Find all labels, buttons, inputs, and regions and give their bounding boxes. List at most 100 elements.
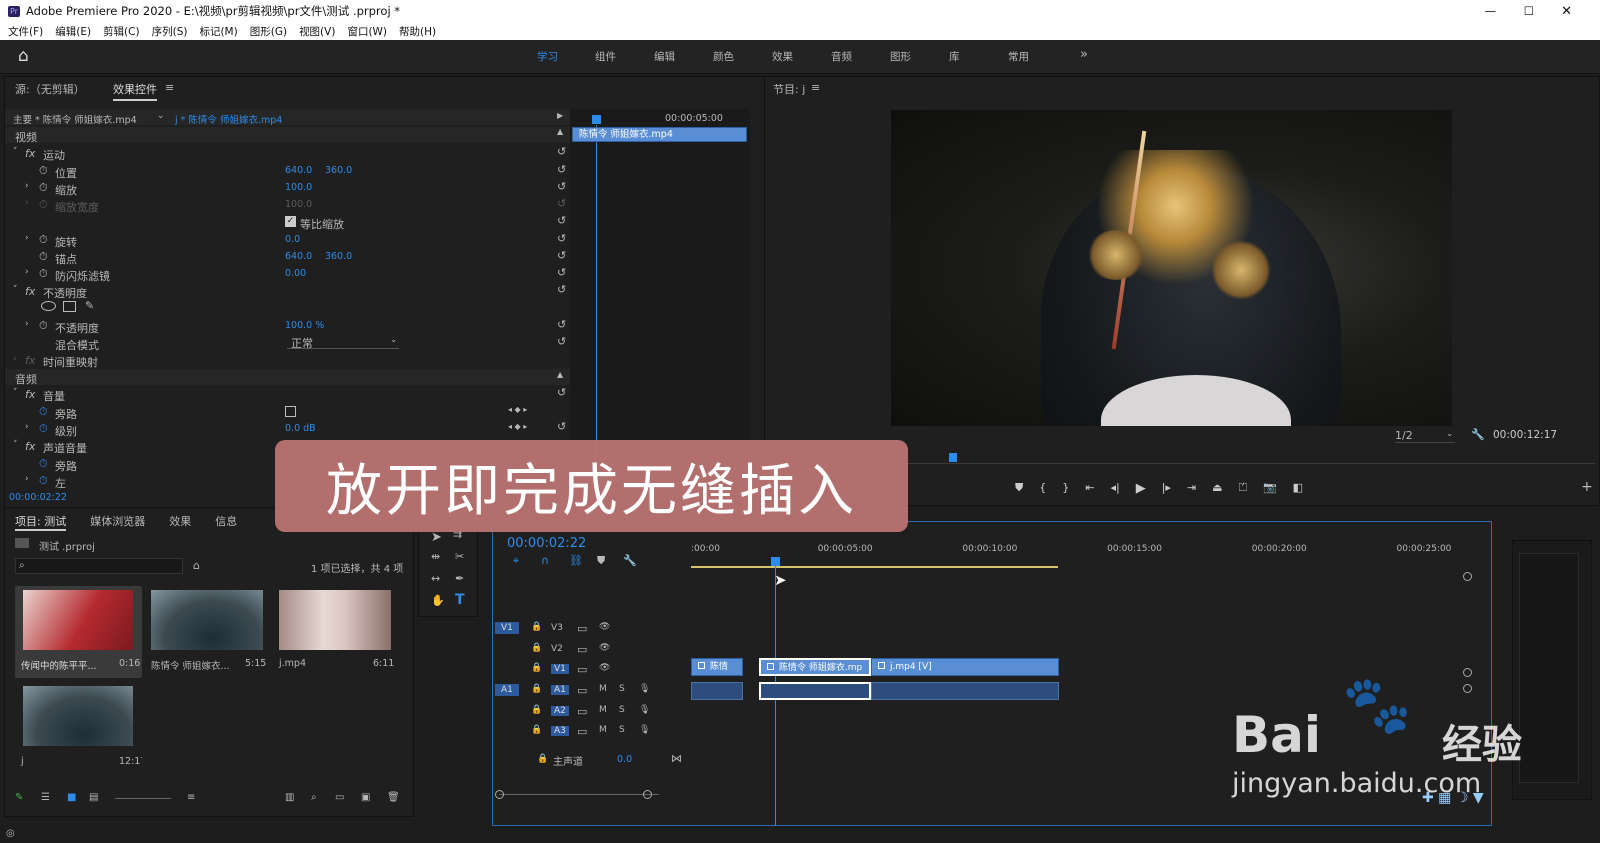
- work-area-bar[interactable]: [691, 566, 1058, 568]
- stopwatch-icon[interactable]: ⏱: [39, 181, 48, 195]
- reset-icon[interactable]: ↺: [557, 214, 566, 227]
- menu-item[interactable]: 序列(S): [152, 24, 188, 39]
- video-clip[interactable]: j.mp4 [V]: [871, 658, 1059, 676]
- home-icon[interactable]: ⌂: [18, 46, 29, 66]
- pen-mask-icon[interactable]: ✎: [85, 299, 94, 312]
- razor-tool-icon[interactable]: ✂: [455, 550, 464, 563]
- menu-item[interactable]: 标记(M): [199, 24, 237, 39]
- sync-lock-icon[interactable]: ▭: [577, 622, 587, 635]
- mute-icon[interactable]: ▭: [577, 725, 587, 738]
- stopwatch-icon[interactable]: ⏱: [39, 474, 48, 488]
- mute-button[interactable]: M: [599, 725, 607, 735]
- program-scrubber[interactable]: [895, 463, 1595, 464]
- project-item[interactable]: 传闻中的陈平平... 0:16: [15, 586, 142, 678]
- mark-out-icon[interactable]: }: [1062, 481, 1069, 496]
- anchor-y-value[interactable]: 360.0: [325, 251, 352, 262]
- reset-icon[interactable]: ↺: [557, 249, 566, 262]
- reset-icon[interactable]: ↺: [557, 180, 566, 193]
- track-header[interactable]: 🔒 V2 ▭ 👁: [493, 641, 689, 659]
- expand-icon[interactable]: ˅: [13, 388, 18, 398]
- magnet-icon[interactable]: ∩: [541, 554, 549, 567]
- go-to-in-icon[interactable]: ⇤: [1085, 481, 1094, 496]
- track-header[interactable]: 🔒 A2 ▭ M S 🎙: [493, 703, 689, 721]
- menu-item[interactable]: 窗口(W): [347, 24, 387, 39]
- workspace-tab[interactable]: 编辑: [654, 49, 713, 64]
- comparison-icon[interactable]: ◧: [1293, 481, 1303, 496]
- menu-item[interactable]: 帮助(H): [399, 24, 436, 39]
- lock-icon[interactable]: 🔒: [531, 622, 542, 632]
- selection-tool-icon[interactable]: ➤: [431, 530, 442, 545]
- panel-menu-icon[interactable]: ≡: [811, 81, 820, 94]
- position-y-value[interactable]: 360.0: [325, 165, 352, 176]
- timeline-ruler[interactable]: :00:00 00:00:05:00 00:00:10:00 00:00:15:00 0…: [691, 542, 1481, 566]
- mute-button[interactable]: M: [599, 684, 607, 694]
- track-header[interactable]: 🔒 V3 ▭ 👁 V1: [493, 620, 689, 638]
- audio-clip-inserted[interactable]: [759, 682, 871, 700]
- menu-item[interactable]: 编辑(E): [55, 24, 91, 39]
- pencil-icon[interactable]: ✎: [15, 792, 23, 803]
- hand-tool-icon[interactable]: ✋: [431, 594, 445, 607]
- reset-icon[interactable]: ↺: [557, 335, 566, 348]
- mic-icon[interactable]: 🎙: [639, 684, 650, 694]
- add-marker-icon[interactable]: ⛊: [597, 554, 605, 568]
- sync-lock-icon[interactable]: ▭: [577, 663, 587, 676]
- effects-timecode[interactable]: 00:00:02:22: [9, 492, 67, 503]
- project-item[interactable]: 陈情令 师姐嫁衣... 5:15: [149, 586, 275, 678]
- menu-item[interactable]: 图形(G): [250, 24, 287, 39]
- icon-view-icon[interactable]: ■: [67, 792, 76, 803]
- lock-icon[interactable]: 🔒: [537, 754, 548, 764]
- close-icon[interactable]: ✕: [1561, 4, 1572, 19]
- stopwatch-icon[interactable]: ⏱: [39, 457, 48, 471]
- mute-button[interactable]: M: [599, 705, 607, 715]
- solo-button[interactable]: S: [619, 705, 625, 715]
- expand-icon[interactable]: ›: [25, 267, 29, 277]
- tab-source[interactable]: 源:（无剪辑）: [15, 81, 85, 97]
- uniform-scale-checkbox[interactable]: ✓: [285, 216, 296, 227]
- anchor-x-value[interactable]: 640.0: [285, 251, 312, 262]
- project-tab[interactable]: 效果: [169, 513, 191, 531]
- new-item-icon[interactable]: ▣: [361, 792, 370, 803]
- extract-icon[interactable]: ⏍: [1239, 481, 1247, 496]
- video-clip-inserted[interactable]: 陈情令 师姐嫁衣.mp: [759, 658, 871, 676]
- lock-icon[interactable]: 🔒: [531, 725, 542, 735]
- expand-icon[interactable]: ›: [25, 422, 29, 432]
- stopwatch-icon[interactable]: ⏱: [39, 250, 48, 264]
- stopwatch-icon[interactable]: ⏱: [39, 319, 48, 333]
- list-view-icon[interactable]: ☰: [41, 792, 50, 803]
- level-value[interactable]: 0.0 dB: [285, 423, 316, 434]
- lock-icon[interactable]: 🔒: [531, 663, 542, 673]
- expand-icon[interactable]: ›: [25, 233, 29, 243]
- track-name[interactable]: A2: [551, 705, 569, 716]
- reset-icon[interactable]: ↺: [557, 318, 566, 331]
- stopwatch-icon[interactable]: ⏱: [39, 164, 48, 178]
- eye-icon[interactable]: 👁: [599, 663, 610, 673]
- pen-tool-icon[interactable]: ✒: [455, 572, 464, 585]
- marker-icon[interactable]: ⛊: [1015, 481, 1023, 496]
- go-to-out-icon[interactable]: ⇥: [1187, 481, 1196, 496]
- maximize-icon[interactable]: ☐: [1524, 4, 1534, 18]
- stopwatch-icon[interactable]: ⏱: [39, 267, 48, 281]
- slip-tool-icon[interactable]: ↔: [431, 572, 440, 585]
- effects-clip[interactable]: 陈情令 师姐嫁衣.mp4: [572, 127, 747, 142]
- scroll-up-icon[interactable]: ▲: [557, 370, 563, 379]
- trash-icon[interactable]: 🗑: [387, 792, 400, 803]
- freeform-view-icon[interactable]: ▤: [89, 792, 98, 803]
- track-name[interactable]: A3: [551, 726, 569, 736]
- expand-icon[interactable]: ˅: [13, 440, 18, 450]
- chevron-down-icon[interactable]: ⌄: [157, 111, 165, 121]
- eye-icon[interactable]: 👁: [599, 622, 610, 632]
- flicker-value[interactable]: 0.00: [285, 268, 306, 279]
- reset-icon[interactable]: ↺: [557, 283, 566, 296]
- mute-icon[interactable]: ▭: [577, 684, 587, 697]
- type-tool-icon[interactable]: T: [455, 592, 465, 608]
- stopwatch-icon[interactable]: ⏱: [39, 422, 48, 436]
- reset-icon[interactable]: ↺: [557, 386, 566, 399]
- lift-icon[interactable]: ⏏: [1212, 481, 1222, 496]
- find-icon[interactable]: ⌕: [311, 792, 317, 803]
- expand-icon[interactable]: ˅: [13, 285, 18, 295]
- snap-icon[interactable]: ⌖: [513, 554, 519, 568]
- expand-icon[interactable]: ›: [25, 319, 29, 329]
- stopwatch-icon[interactable]: ⏱: [39, 405, 48, 419]
- lock-icon[interactable]: 🔒: [531, 684, 542, 694]
- reset-icon[interactable]: ↺: [557, 266, 566, 279]
